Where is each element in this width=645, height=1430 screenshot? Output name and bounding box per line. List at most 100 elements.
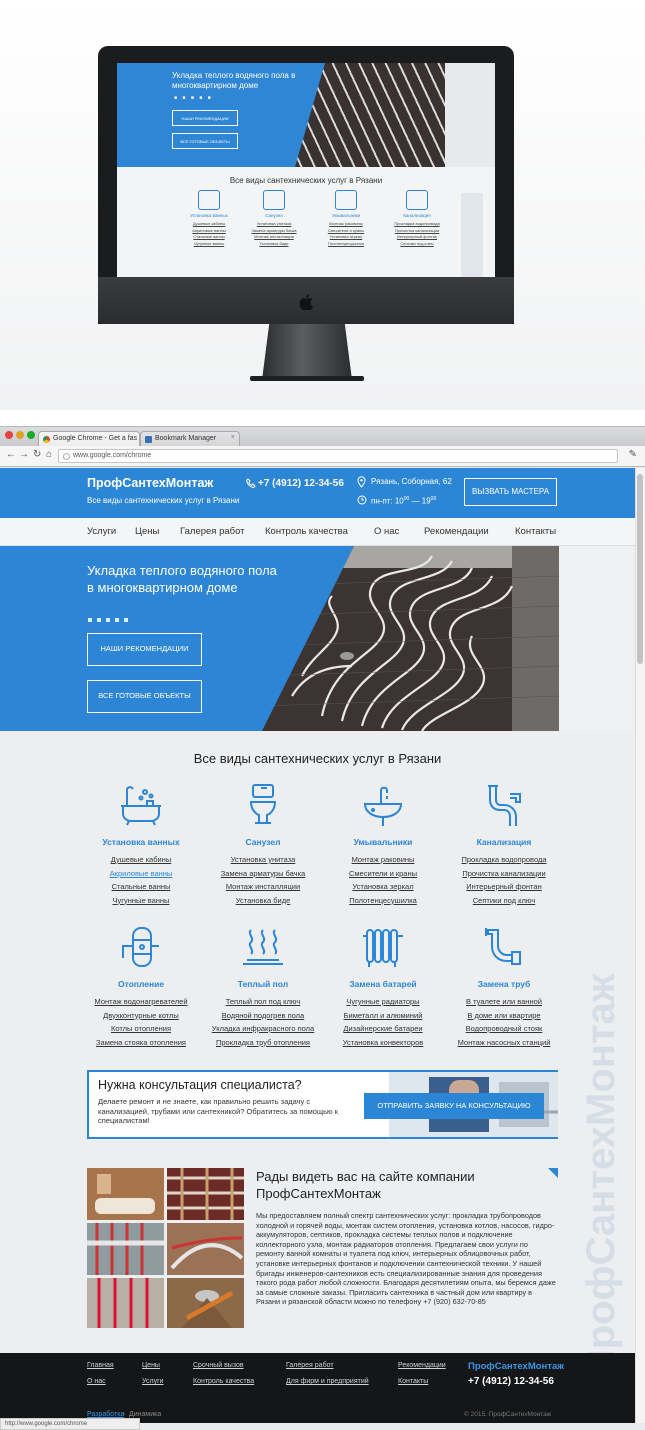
tab-google-chrome[interactable]: Google Chrome - Get a fas — [38, 431, 140, 446]
nav-item-contacts[interactable]: Контакты — [515, 526, 556, 537]
service-bathtubs: Установка ванных Душевые кабины Акриловы… — [81, 782, 201, 907]
service-name[interactable]: Установка ванных — [81, 837, 201, 847]
footer-link-about[interactable]: О нас — [87, 1378, 106, 1385]
imac-display: Укладка теплого водяного пола в многоква… — [117, 63, 495, 288]
radiator-icon — [363, 929, 403, 967]
heated-floor-icon — [243, 929, 283, 965]
service-link[interactable]: Укладка инфракрасного пола — [203, 1022, 323, 1036]
service-link[interactable]: В туалете или ванной — [444, 995, 564, 1009]
service-name[interactable]: Отопление — [81, 979, 201, 989]
footer-link-gallery[interactable]: Галерея работ — [286, 1362, 334, 1369]
service-link[interactable]: Монтаж водонагревателей — [81, 995, 201, 1009]
boiler-icon — [122, 927, 159, 967]
service-link[interactable]: Стальные ванны — [81, 880, 201, 894]
service-link[interactable]: Интерьерный фонтан — [444, 880, 564, 894]
recommendations-button[interactable]: НАШИ РЕКОМЕНДАЦИИ — [87, 633, 202, 666]
back-icon[interactable]: ← — [6, 449, 16, 460]
nav-item-about[interactable]: О нас — [374, 526, 399, 537]
service-link[interactable]: В доме или квартире — [444, 1009, 564, 1023]
site-tagline: Все виды сантехнических услуг в Рязани — [87, 496, 240, 505]
close-window-icon[interactable] — [5, 431, 13, 439]
nav-item-gallery[interactable]: Галерея работ — [180, 526, 245, 537]
footer-link-companies[interactable]: Для фирм и предприятий — [286, 1378, 369, 1385]
service-link[interactable]: Теплый пол под ключ — [203, 995, 323, 1009]
footer-link-prices[interactable]: Цены — [142, 1362, 160, 1369]
service-link[interactable]: Прокладка водопровода — [444, 853, 564, 867]
service-heated-floor: Теплый пол Теплый пол под ключ Водяной п… — [203, 924, 323, 1049]
close-tab-icon[interactable]: × — [231, 434, 235, 441]
consultation-text: Делаете ремонт и не знаете, как правильн… — [98, 1097, 339, 1125]
site-header: ПрофСантехМонтаж Все виды сантехнических… — [0, 468, 635, 518]
all-objects-button[interactable]: ВСЕ ГОТОВЫЕ ОБЪЕКТЫ — [87, 680, 202, 713]
service-link[interactable]: Монтаж раковины — [323, 853, 443, 867]
service-sinks: Умывальники Монтаж раковины Смесители и … — [323, 782, 443, 907]
service-name[interactable]: Теплый пол — [203, 979, 323, 989]
service-link[interactable]: Полотенцесушилка — [323, 894, 443, 908]
forward-icon[interactable]: → — [19, 449, 29, 460]
service-link[interactable]: Чугунные радиаторы — [323, 995, 443, 1009]
url-input[interactable]: www.google.com/chrome — [58, 449, 618, 463]
site-footer: Главная О нас Цены Услуги Срочный вызов … — [0, 1353, 635, 1423]
service-link[interactable]: Душевые кабины — [81, 853, 201, 867]
service-link[interactable]: Биметалл и алюминий — [323, 1009, 443, 1023]
about-text: Мы предоставляем полный спектр сантехнич… — [256, 1211, 556, 1307]
tab-label: Google Chrome - Get a fas — [53, 435, 138, 442]
footer-link-quality[interactable]: Контроль качества — [193, 1378, 254, 1385]
site-logo[interactable]: ПрофСантехМонтаж — [87, 476, 213, 490]
footer-link-home[interactable]: Главная — [87, 1362, 114, 1369]
service-name[interactable]: Замена труб — [444, 979, 564, 989]
reload-icon[interactable]: ↻ — [33, 449, 41, 460]
service-link[interactable]: Замена стояка отопления — [81, 1036, 201, 1050]
nav-item-quality[interactable]: Контроль качества — [265, 526, 348, 537]
service-link[interactable]: Прокладка труб отопления — [203, 1036, 323, 1050]
footer-link-contacts[interactable]: Контакты — [398, 1378, 428, 1385]
service-link[interactable]: Чугунные ванны — [81, 894, 201, 908]
nav-item-prices[interactable]: Цены — [135, 526, 159, 537]
service-name[interactable]: Замена батарей — [323, 979, 443, 989]
service-link[interactable]: Водяной подогрев пола — [203, 1009, 323, 1023]
home-icon[interactable]: ⌂ — [46, 449, 52, 460]
service-link[interactable]: Монтаж инсталляции — [203, 880, 323, 894]
service-toilet: Санузел Установка унитаза Замена арматур… — [203, 782, 323, 907]
wrench-icon[interactable]: ✎ — [629, 449, 637, 460]
nav-item-recommendations[interactable]: Рекомендации — [424, 526, 489, 537]
service-link[interactable]: Монтаж насосных станций — [444, 1036, 564, 1050]
service-link[interactable]: Котлы отопления — [81, 1022, 201, 1036]
service-link[interactable]: Дизайнерские батареи — [323, 1022, 443, 1036]
brand-watermark: ПрофСантехМонтаж — [579, 973, 623, 1378]
service-link[interactable]: Двухконтурные котлы — [81, 1009, 201, 1023]
header-phone[interactable]: +7 (4912) 12-34-56 — [258, 478, 344, 489]
service-link[interactable]: Замена арматуры бачка — [203, 867, 323, 881]
tab-bookmark-manager[interactable]: Bookmark Manager × — [140, 431, 240, 446]
footer-link-recommendations[interactable]: Рекомендации — [398, 1362, 446, 1369]
service-link[interactable]: Смесители и краны — [323, 867, 443, 881]
nav-item-services[interactable]: Услуги — [87, 526, 116, 537]
service-link[interactable]: Установка конвекторов — [323, 1036, 443, 1050]
service-link[interactable]: Установка зеркал — [323, 880, 443, 894]
minimize-window-icon[interactable] — [16, 431, 24, 439]
service-link[interactable]: Септики под ключ — [444, 894, 564, 908]
scrollbar-thumb[interactable] — [637, 474, 643, 664]
footer-dev-link[interactable]: Разработка — [87, 1411, 124, 1418]
service-heating: Отопление Монтаж водонагревателей Двухко… — [81, 924, 201, 1049]
service-link[interactable]: Акриловые ванны — [81, 867, 201, 881]
maximize-window-icon[interactable] — [27, 431, 35, 439]
service-link[interactable]: Прочистка канализации — [444, 867, 564, 881]
footer-link-urgent-call[interactable]: Срочный вызов — [193, 1362, 244, 1369]
service-link[interactable]: Водопроводный стояк — [444, 1022, 564, 1036]
service-name[interactable]: Умывальники — [323, 837, 443, 847]
service-name[interactable]: Санузел — [203, 837, 323, 847]
service-link[interactable]: Установка унитаза — [203, 853, 323, 867]
mini-slider-dots: ■ ■ ■ ■ ■ — [174, 95, 213, 101]
consultation-request-button[interactable]: ОТПРАВИТЬ ЗАЯВКУ НА КОНСУЛЬТАЦИЮ — [364, 1093, 544, 1119]
hero-slider-dots[interactable] — [88, 609, 133, 627]
footer-link-services[interactable]: Услуги — [142, 1378, 164, 1385]
service-link[interactable]: Установка биде — [203, 894, 323, 908]
call-master-button[interactable]: ВЫЗВАТЬ МАСТЕРА — [464, 478, 557, 506]
service-pipes: Замена труб В туалете или ванной В доме … — [444, 924, 564, 1049]
services-title: Все виды сантехнических услуг в Рязани — [193, 751, 442, 766]
mini-hero-title: Укладка теплого водяного пола в многоква… — [172, 71, 296, 90]
page-viewport: ПрофСантехМонтаж Все виды сантехнических… — [0, 468, 635, 1423]
service-name[interactable]: Канализация — [444, 837, 564, 847]
phone-icon — [246, 478, 256, 489]
